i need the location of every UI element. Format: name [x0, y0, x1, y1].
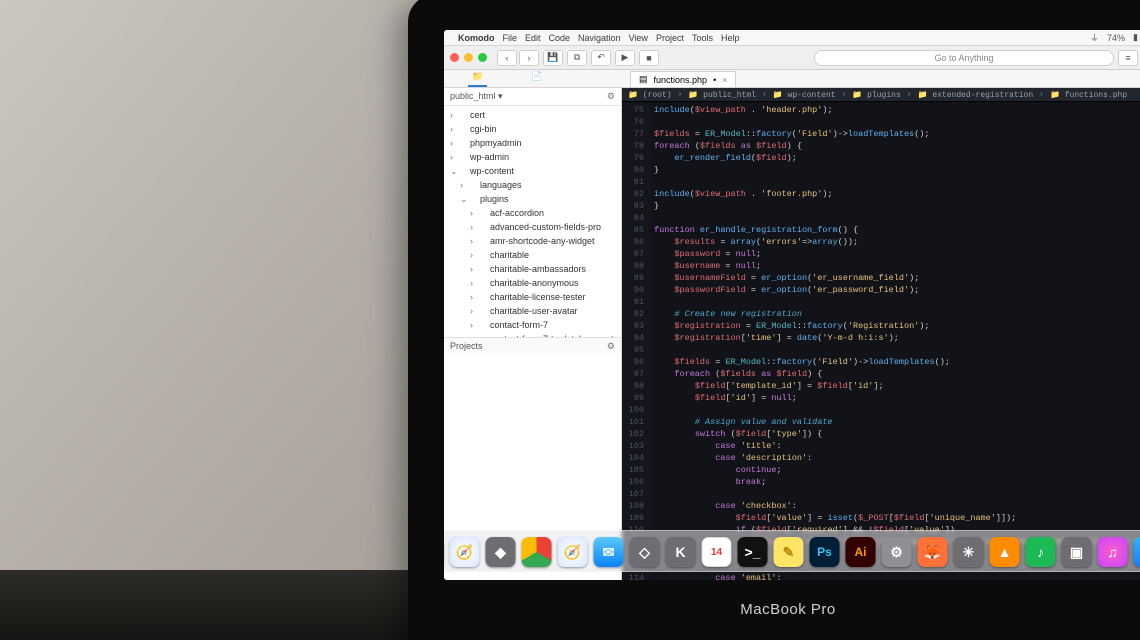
dock-safari-icon[interactable]: 🧭	[450, 537, 480, 567]
file-icon: ▤	[639, 74, 648, 85]
menu-project[interactable]: Project	[656, 33, 684, 43]
mac-dock[interactable]: ☺⌗🧭◆🧭✉◇K14>_✎PsAi⚙🦊✳▲♪▣♫A🗑	[444, 530, 1140, 572]
menu-tools[interactable]: Tools	[692, 33, 713, 43]
run-button[interactable]: ▶	[615, 50, 635, 66]
dock-komodo-icon[interactable]: K	[666, 537, 696, 567]
tree-node[interactable]: ›charitable-user-avatar	[444, 304, 621, 318]
code-area[interactable]: include($view_path . 'header.php'); $fie…	[650, 102, 1140, 580]
save-all-button[interactable]: ⧉	[567, 50, 587, 66]
gear-icon[interactable]	[607, 91, 615, 102]
menu-file[interactable]: File	[503, 33, 518, 43]
tree-node[interactable]: ›contact-form-7	[444, 318, 621, 332]
tree-node[interactable]: ›charitable-ambassadors	[444, 262, 621, 276]
editor-breadcrumb[interactable]: 📁 (root) 📁 public_html 📁 wp-content 📁 plugi…	[622, 88, 1140, 102]
file-tree[interactable]: ›cert›cgi-bin›phpmyadmin›wp-admin⌄wp-con…	[444, 106, 621, 337]
tree-node[interactable]: ⌄wp-content	[444, 164, 621, 178]
dock-chrome-icon[interactable]	[522, 537, 552, 567]
tree-node[interactable]: ›charitable-anonymous	[444, 276, 621, 290]
dock-app4-icon[interactable]: ▣	[1062, 537, 1092, 567]
battery-icon: ▮	[1133, 32, 1138, 43]
breadcrumb-segment[interactable]: 📁 extended-registration	[918, 90, 1034, 100]
dock-illustrator-icon[interactable]: Ai	[846, 537, 876, 567]
zoom-icon[interactable]	[478, 53, 487, 62]
sidebar-root-crumb[interactable]: public_html ▾	[444, 88, 621, 106]
dirty-indicator: •	[713, 75, 716, 85]
toggle-right-pane[interactable]: ≡	[1118, 50, 1138, 66]
tree-node[interactable]: ›advanced-custom-fields-pro	[444, 220, 621, 234]
dock-settings-icon[interactable]: ⚙	[882, 537, 912, 567]
tree-node[interactable]: ›amr-shortcode-any-widget	[444, 234, 621, 248]
dock-firefox-icon[interactable]: 🦊	[918, 537, 948, 567]
tree-node[interactable]: ›languages	[444, 178, 621, 192]
menu-code[interactable]: Code	[549, 33, 571, 43]
screen: Komodo File Edit Code Navigation View Project…	[444, 30, 1140, 580]
dock-app3-icon[interactable]: ✳	[954, 537, 984, 567]
dock-vlc-icon[interactable]: ▲	[990, 537, 1020, 567]
dock-app2-icon[interactable]: ◇	[630, 537, 660, 567]
breadcrumb-segment[interactable]: 📁 (root)	[628, 90, 672, 100]
close-icon[interactable]	[450, 53, 459, 62]
projects-panel-header[interactable]: Projects	[444, 337, 621, 353]
minimize-icon[interactable]	[464, 53, 473, 62]
breadcrumb-segment[interactable]: 📁 functions.php	[1050, 90, 1127, 100]
sidebar: public_html ▾ ›cert›cgi-bin›phpmyadmin›w…	[444, 88, 622, 580]
tree-node[interactable]: ›wp-admin	[444, 150, 621, 164]
tab-strip: 📁 📄 ▤ functions.php • ×	[444, 70, 1140, 88]
dock-calendar-icon[interactable]: 14	[702, 537, 732, 567]
menu-help[interactable]: Help	[721, 33, 740, 43]
menu-navigation[interactable]: Navigation	[578, 33, 621, 43]
undo-button[interactable]: ↶	[591, 50, 611, 66]
dock-safari2-icon[interactable]: 🧭	[558, 537, 588, 567]
places-tab-files[interactable]: 📁	[468, 68, 487, 87]
dock-app1-icon[interactable]: ◆	[486, 537, 516, 567]
breadcrumb-segment[interactable]: 📁 wp-content	[773, 90, 836, 100]
wifi-icon[interactable]: ⏚	[1090, 31, 1099, 44]
dock-notes-icon[interactable]: ✎	[774, 537, 804, 567]
tree-node[interactable]: ›acf-accordion	[444, 206, 621, 220]
nav-fwd-button[interactable]: ›	[519, 50, 539, 66]
file-tab-label: functions.php	[654, 75, 708, 85]
tree-node[interactable]: ⌄plugins	[444, 192, 621, 206]
dock-mail-icon[interactable]: ✉	[594, 537, 624, 567]
battery-percent: 74%	[1107, 33, 1125, 43]
code-editor[interactable]: 📁 (root) 📁 public_html 📁 wp-content 📁 plugi…	[622, 88, 1140, 580]
tree-node[interactable]: ›phpmyadmin	[444, 136, 621, 150]
close-tab-icon[interactable]: ×	[722, 75, 727, 85]
line-gutter: 75 76 77 78 79 80 81 82 83 84 85 86 87 8…	[622, 102, 650, 580]
dock-terminal-icon[interactable]: >_	[738, 537, 768, 567]
laptop: Komodo File Edit Code Navigation View Project…	[408, 0, 1140, 640]
stop-button[interactable]: ■	[639, 50, 659, 66]
tree-node[interactable]: ›charitable-license-tester	[444, 290, 621, 304]
gear-icon[interactable]	[607, 341, 615, 350]
laptop-brand-label: MacBook Pro	[740, 601, 836, 618]
dock-spotify-icon[interactable]: ♪	[1026, 537, 1056, 567]
tree-node[interactable]: ›charitable	[444, 248, 621, 262]
editor-tab-functions[interactable]: ▤ functions.php • ×	[630, 71, 736, 87]
menu-edit[interactable]: Edit	[525, 33, 541, 43]
nav-back-button[interactable]: ‹	[497, 50, 517, 66]
breadcrumb-segment[interactable]: 📁 public_html	[688, 90, 756, 100]
go-to-anything-search[interactable]: Go to Anything	[814, 50, 1114, 66]
mac-menubar: Komodo File Edit Code Navigation View Project…	[444, 30, 1140, 46]
breadcrumb-segment[interactable]: 📁 plugins	[852, 90, 900, 100]
window-controls[interactable]	[450, 53, 487, 62]
tree-node[interactable]: ›cert	[444, 108, 621, 122]
places-tab-other[interactable]: 📄	[527, 68, 546, 87]
tree-node[interactable]: ›cgi-bin	[444, 122, 621, 136]
menu-view[interactable]: View	[629, 33, 648, 43]
photo-scene: Komodo File Edit Code Navigation View Project…	[0, 0, 1140, 640]
dock-appstore-icon[interactable]: A	[1134, 537, 1140, 567]
dock-photoshop-icon[interactable]: Ps	[810, 537, 840, 567]
save-button[interactable]: 💾	[543, 50, 563, 66]
laptop-bezel: Komodo File Edit Code Navigation View Project…	[408, 0, 1140, 640]
dock-itunes-icon[interactable]: ♫	[1098, 537, 1128, 567]
app-name[interactable]: Komodo	[458, 33, 495, 43]
app-toolbar: ‹ › 💾 ⧉ ↶ ▶ ■ Go to Anything ≡	[444, 46, 1140, 70]
